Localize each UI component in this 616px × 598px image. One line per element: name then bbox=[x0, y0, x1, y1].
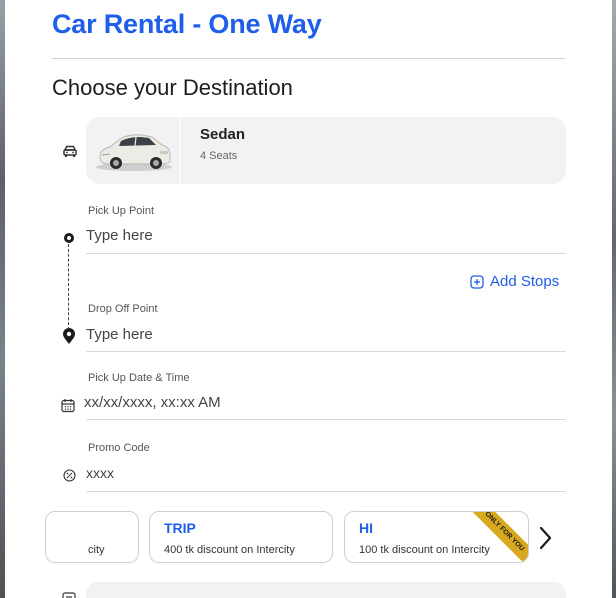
datetime-input[interactable]: xx/xx/xxxx, xx:xx AM bbox=[84, 394, 221, 411]
car-icon bbox=[63, 145, 77, 157]
car-rental-modal: Car Rental - One Way Choose your Destina… bbox=[5, 0, 612, 598]
promo-offer-card-hi[interactable]: HI 100 tk discount on Intercity ONLY FOR… bbox=[344, 511, 529, 563]
vehicle-seats: 4 Seats bbox=[200, 150, 238, 162]
datetime-underline bbox=[86, 419, 566, 420]
promo-offer-description: 400 tk discount on Intercity bbox=[164, 544, 295, 556]
promo-offer-code: TRIP bbox=[164, 520, 196, 536]
pickup-underline bbox=[86, 253, 566, 254]
promo-offer-description: city bbox=[88, 544, 105, 556]
pickup-label: Pick Up Point bbox=[88, 205, 155, 217]
additional-instructions-box[interactable] bbox=[86, 582, 566, 598]
promo-offer-card-trip[interactable]: TRIP 400 tk discount on Intercity bbox=[149, 511, 333, 563]
background-right bbox=[612, 0, 616, 598]
page-title: Car Rental - One Way bbox=[52, 9, 322, 39]
discount-icon bbox=[63, 469, 76, 482]
promo-underline bbox=[86, 491, 566, 492]
dropoff-input[interactable]: Type here bbox=[86, 326, 153, 343]
add-stops-label: Add Stops bbox=[490, 273, 560, 290]
vehicle-name: Sedan bbox=[200, 126, 246, 143]
section-subtitle: Choose your Destination bbox=[52, 75, 293, 100]
promo-offer-code: HI bbox=[359, 520, 373, 536]
location-dot-icon bbox=[64, 233, 74, 243]
title-divider bbox=[52, 58, 565, 59]
promo-input[interactable]: xxxx bbox=[86, 465, 114, 481]
promo-offer-card[interactable]: city bbox=[45, 511, 139, 563]
add-stops-button[interactable]: Add Stops bbox=[470, 273, 559, 290]
car-image bbox=[86, 117, 181, 184]
chevron-right-icon[interactable] bbox=[536, 524, 556, 552]
dropoff-underline bbox=[86, 351, 566, 352]
promo-offer-description: 100 tk discount on Intercity bbox=[359, 544, 490, 556]
plus-square-icon bbox=[470, 274, 484, 289]
promo-label: Promo Code bbox=[88, 442, 150, 454]
map-pin-icon bbox=[63, 328, 75, 344]
sedan-car-illustration bbox=[96, 134, 172, 171]
vehicle-card[interactable]: Sedan 4 Seats bbox=[86, 117, 566, 184]
dropoff-label: Drop Off Point bbox=[88, 303, 158, 315]
pickup-input[interactable]: Type here bbox=[86, 227, 153, 244]
datetime-label: Pick Up Date & Time bbox=[88, 372, 190, 384]
route-dashed-line bbox=[68, 244, 69, 330]
calendar-icon bbox=[61, 399, 75, 413]
note-icon bbox=[62, 592, 76, 598]
